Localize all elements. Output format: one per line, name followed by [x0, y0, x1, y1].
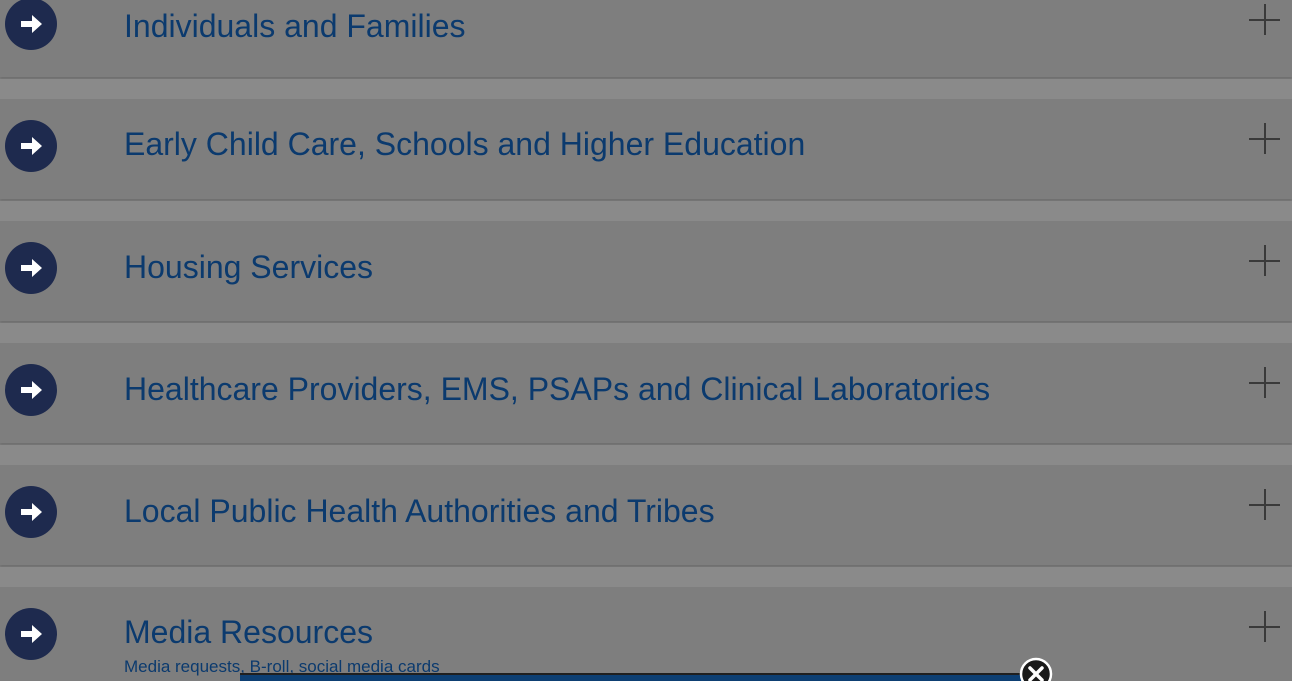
modal-header: [240, 673, 1028, 681]
plus-icon[interactable]: [1249, 367, 1280, 398]
close-icon[interactable]: [1019, 657, 1053, 681]
accordion-item-title[interactable]: Individuals and Families: [124, 10, 466, 42]
arrow-right-circle-icon: [5, 242, 57, 294]
accordion-item-media-resources[interactable]: Media Resources Media requests, B-roll, …: [0, 587, 1292, 681]
arrow-right-circle-icon: [5, 364, 57, 416]
divider: [0, 79, 1292, 100]
accordion-item-title[interactable]: Healthcare Providers, EMS, PSAPs and Cli…: [124, 373, 990, 405]
plus-icon[interactable]: [1249, 123, 1280, 154]
accordion-item-local-public-health[interactable]: Local Public Health Authorities and Trib…: [0, 465, 1292, 565]
plus-icon[interactable]: [1249, 4, 1280, 35]
divider: [0, 567, 1292, 588]
plus-icon[interactable]: [1249, 611, 1280, 642]
accordion-item-title[interactable]: Local Public Health Authorities and Trib…: [124, 495, 715, 527]
divider: [0, 323, 1292, 344]
divider: [0, 201, 1292, 222]
accordion-item-title[interactable]: Early Child Care, Schools and Higher Edu…: [124, 128, 805, 160]
plus-icon[interactable]: [1249, 245, 1280, 276]
arrow-right-circle-icon: [5, 486, 57, 538]
accordion-item-individuals-and-families[interactable]: Individuals and Families: [0, 0, 1292, 77]
divider: [0, 445, 1292, 466]
plus-icon[interactable]: [1249, 489, 1280, 520]
accordion-item-early-child-care[interactable]: Early Child Care, Schools and Higher Edu…: [0, 99, 1292, 199]
page-background: Individuals and Families Early Child Car…: [0, 0, 1292, 681]
accordion-item-housing-services[interactable]: Housing Services: [0, 221, 1292, 321]
arrow-right-circle-icon: [5, 0, 57, 50]
accordion-item-title[interactable]: Media Resources: [124, 616, 373, 648]
arrow-right-circle-icon: [5, 120, 57, 172]
accordion-item-title[interactable]: Housing Services: [124, 251, 373, 283]
accordion-item-healthcare-providers[interactable]: Healthcare Providers, EMS, PSAPs and Cli…: [0, 343, 1292, 443]
arrow-right-circle-icon: [5, 608, 57, 660]
